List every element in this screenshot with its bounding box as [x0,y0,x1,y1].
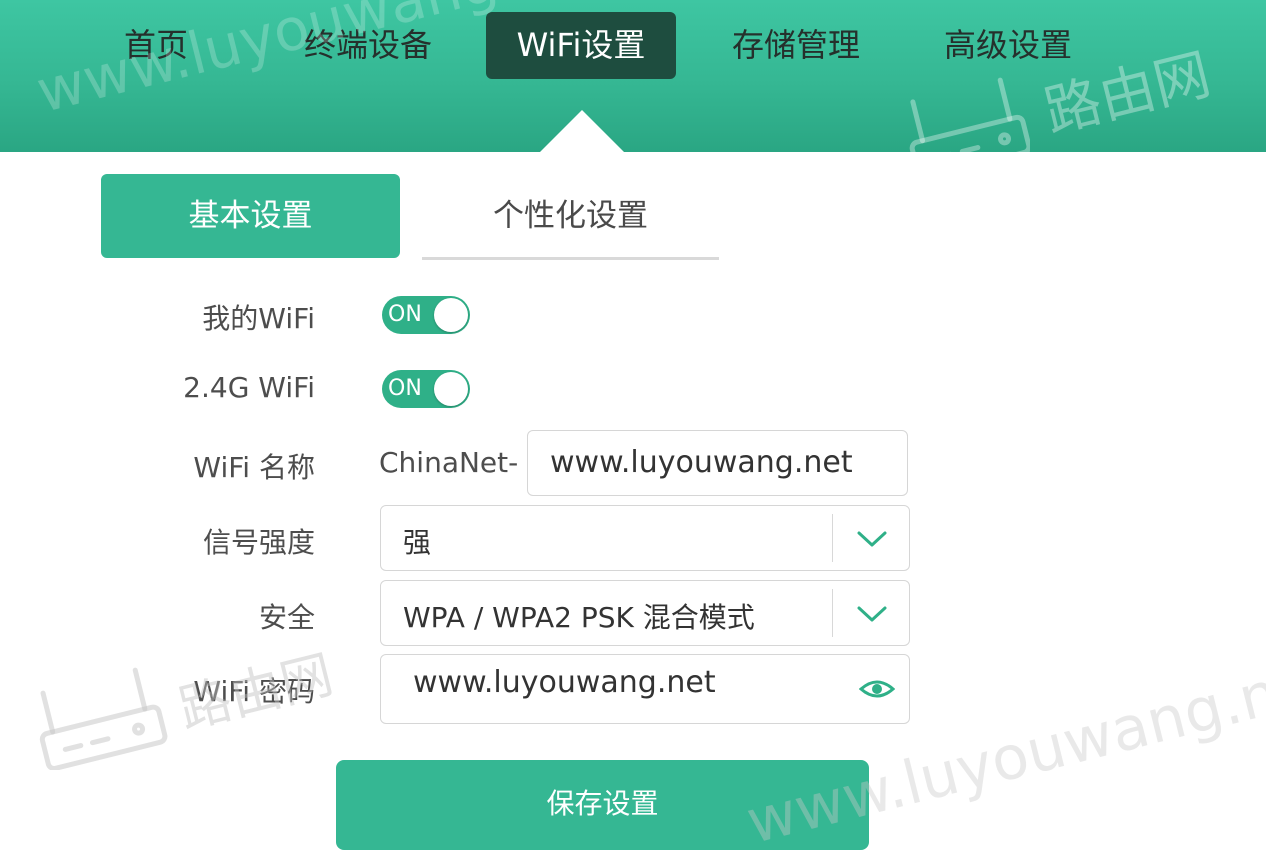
toggle-state-text: ON [388,302,422,327]
toggle-knob [434,372,468,406]
wifi-password-input[interactable]: www.luyouwang.net [380,654,910,724]
router-watermark-icon [909,77,1030,180]
signal-strength-label: 信号强度 [202,526,315,559]
select-divider [831,514,833,562]
wifi-name-prefix: ChinaNet- [379,446,519,479]
nav-item-storage[interactable]: 存储管理 [726,12,866,79]
nav-item-devices[interactable]: 终端设备 [298,12,438,79]
tab-basic-settings[interactable]: 基本设置 [101,174,400,258]
eye-icon[interactable] [859,677,895,701]
select-divider [831,589,833,637]
wifi-name-value: www.luyouwang.net [550,445,853,480]
wifi-password-value: www.luyouwang.net [413,665,716,700]
wifi-24g-toggle[interactable]: ON [382,370,470,408]
signal-strength-value: 强 [403,526,432,559]
active-nav-pointer [540,110,624,152]
toggle-state-text: ON [388,376,422,401]
wifi-name-label: WiFi 名称 [193,451,315,484]
toggle-knob [434,298,468,332]
router-watermark-icon [39,667,168,770]
wifi-password-label: WiFi 密码 [193,675,315,708]
chevron-down-icon[interactable] [855,526,889,550]
wifi-name-input[interactable]: www.luyouwang.net [527,430,908,496]
my-wifi-toggle[interactable]: ON [382,296,470,334]
tab-personalized-settings[interactable]: 个性化设置 [422,174,719,260]
signal-strength-select[interactable]: 强 [380,505,910,571]
my-wifi-label: 我的WiFi [202,302,315,335]
security-select[interactable]: WPA / WPA2 PSK 混合模式 [380,580,910,646]
save-settings-button[interactable]: 保存设置 [336,760,869,850]
security-value: WPA / WPA2 PSK 混合模式 [403,601,755,634]
security-label: 安全 [258,601,315,634]
nav-item-wifi-settings[interactable]: WiFi设置 [486,12,676,79]
wifi-24g-label: 2.4G WiFi [183,371,315,404]
chevron-down-icon[interactable] [855,601,889,625]
nav-item-advanced[interactable]: 高级设置 [938,12,1078,79]
nav-item-home[interactable]: 首页 [120,12,192,79]
